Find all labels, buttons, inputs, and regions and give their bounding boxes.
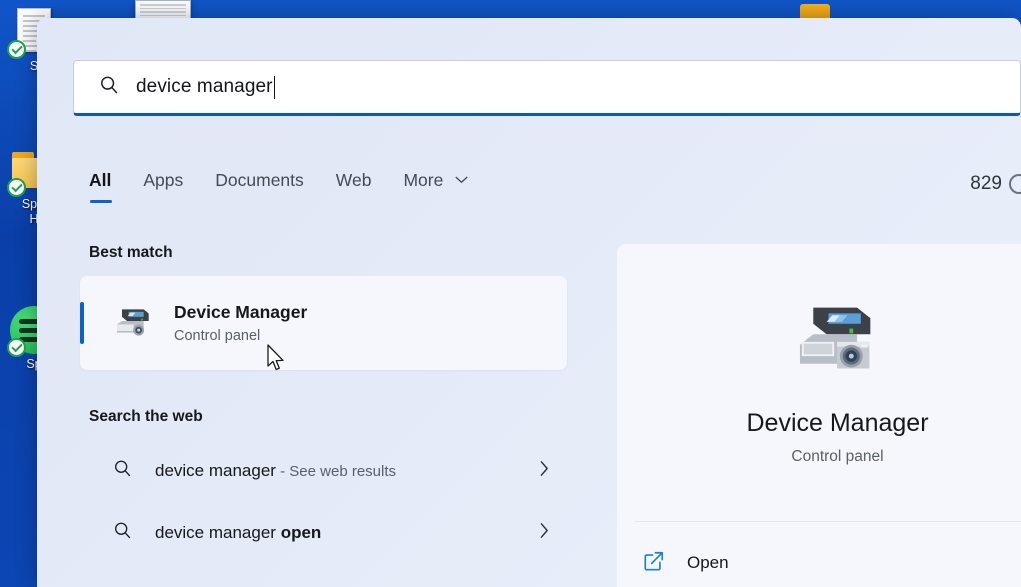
result-preview-panel: Device Manager Control panel Open bbox=[617, 244, 1021, 587]
preview-title: Device Manager bbox=[746, 408, 928, 438]
tab-apps[interactable]: Apps bbox=[143, 170, 183, 203]
web-suggestion-suffix: - See web results bbox=[276, 463, 396, 480]
search-query-text: device manager bbox=[136, 76, 273, 98]
search-icon bbox=[112, 458, 133, 484]
web-suggestion-query: device manager bbox=[155, 461, 276, 480]
sync-check-badge bbox=[7, 178, 26, 197]
best-match-result[interactable]: Device Manager Control panel bbox=[80, 276, 567, 370]
tab-all[interactable]: All bbox=[89, 170, 111, 203]
web-suggestion-suffix: open bbox=[281, 523, 322, 542]
search-the-web-heading: Search the web bbox=[89, 408, 617, 426]
device-manager-icon bbox=[112, 304, 152, 343]
tab-web[interactable]: Web bbox=[336, 170, 372, 203]
tab-label: More bbox=[403, 170, 443, 190]
search-results-list: Best match Device Manager Control bbox=[37, 244, 617, 564]
tab-label: Web bbox=[336, 170, 372, 190]
device-manager-icon bbox=[792, 300, 884, 378]
chevron-down-icon bbox=[455, 171, 468, 189]
web-suggestion-query: device manager bbox=[155, 523, 281, 542]
tab-documents[interactable]: Documents bbox=[215, 170, 304, 203]
tab-label: Apps bbox=[143, 170, 183, 190]
open-action-button[interactable]: Open bbox=[617, 522, 1021, 587]
text-caret bbox=[274, 76, 276, 99]
best-match-subtitle: Control panel bbox=[174, 326, 307, 346]
best-match-title: Device Manager bbox=[174, 301, 307, 323]
web-suggestion-row[interactable]: device manager - See web results bbox=[80, 440, 567, 502]
sync-check-badge bbox=[7, 338, 26, 357]
coin-icon bbox=[1009, 174, 1021, 194]
open-action-label: Open bbox=[687, 553, 729, 573]
search-flyout-panel: device manager All Apps Documents Web Mo… bbox=[37, 18, 1021, 587]
web-suggestion-label: device manager - See web results bbox=[155, 461, 396, 481]
tab-label: All bbox=[89, 170, 111, 190]
tab-label: Documents bbox=[215, 170, 304, 190]
preview-subtitle: Control panel bbox=[791, 448, 883, 466]
search-filter-tabs: All Apps Documents Web More bbox=[89, 170, 468, 203]
rewards-points-value: 829 bbox=[970, 173, 1002, 195]
chevron-right-icon bbox=[540, 523, 549, 544]
web-suggestion-label: device manager open bbox=[155, 523, 321, 543]
sync-check-badge bbox=[7, 40, 26, 59]
tab-more[interactable]: More bbox=[403, 170, 467, 203]
search-input[interactable]: device manager bbox=[73, 60, 1021, 116]
selection-indicator bbox=[80, 302, 84, 344]
preview-hero: Device Manager Control panel bbox=[617, 244, 1021, 521]
search-icon bbox=[98, 74, 120, 101]
web-suggestion-row[interactable]: device manager open bbox=[80, 502, 567, 564]
chevron-right-icon bbox=[540, 461, 549, 482]
rewards-points[interactable]: 829 bbox=[970, 173, 1021, 195]
search-icon bbox=[112, 520, 133, 546]
best-match-heading: Best match bbox=[89, 244, 617, 262]
external-link-icon bbox=[643, 550, 665, 577]
